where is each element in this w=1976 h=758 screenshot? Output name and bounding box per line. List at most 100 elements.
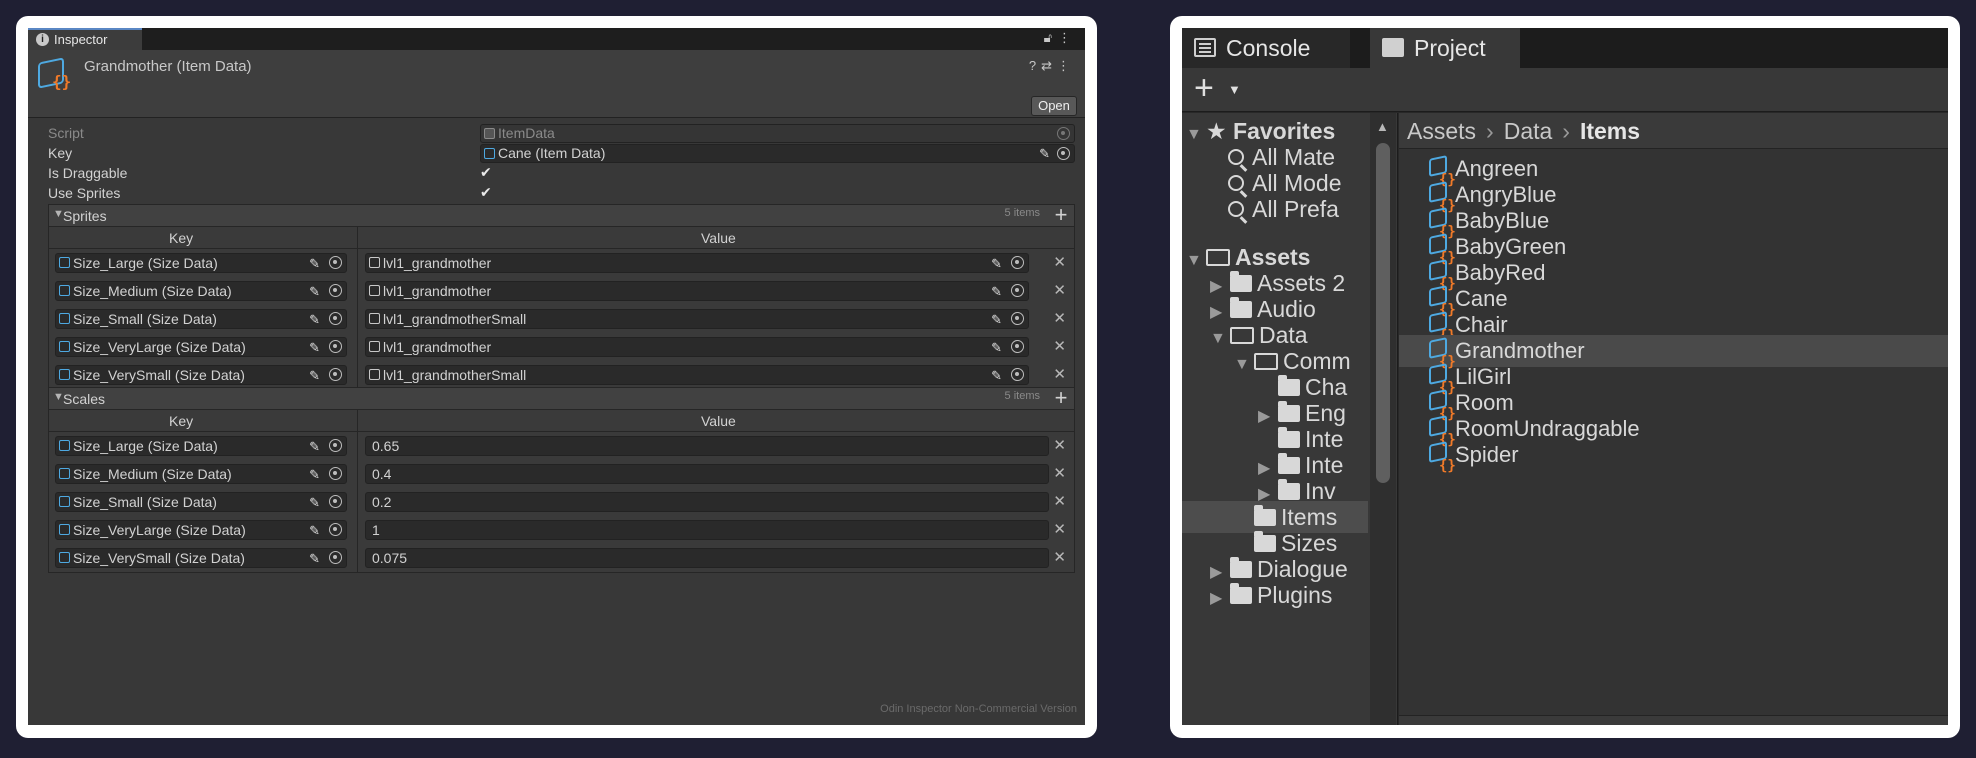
add-entry-icon[interactable]: + [1050, 204, 1072, 227]
edit-pencil-icon[interactable]: ✎ [309, 522, 320, 540]
breadcrumb-items[interactable]: Items [1580, 118, 1640, 144]
sprite-value-field[interactable]: lvl1_grandmother ✎ [365, 281, 1029, 301]
scale-value-input[interactable]: 0.075 [365, 548, 1049, 568]
lock-icon[interactable]: 🔓︎ [1044, 30, 1058, 45]
help-icon[interactable]: ? [1029, 58, 1041, 73]
tree-scrollbar-thumb[interactable] [1376, 143, 1390, 483]
edit-pencil-icon[interactable]: ✎ [991, 255, 1002, 273]
remove-entry-icon[interactable]: ✕ [1053, 253, 1066, 271]
edit-pencil-icon[interactable]: ✎ [309, 494, 320, 512]
object-picker-icon[interactable] [329, 439, 342, 452]
remove-entry-icon[interactable]: ✕ [1053, 492, 1066, 510]
edit-pencil-icon[interactable]: ✎ [309, 311, 320, 329]
object-picker-icon[interactable] [329, 256, 342, 269]
edit-pencil-icon[interactable]: ✎ [309, 438, 320, 456]
object-picker-icon[interactable] [329, 340, 342, 353]
object-picker-icon[interactable] [329, 312, 342, 325]
kebab-menu-icon[interactable]: ⋮ [1058, 30, 1077, 45]
tab-project[interactable]: Project [1370, 28, 1520, 68]
add-entry-icon[interactable]: + [1050, 387, 1072, 410]
object-picker-icon[interactable] [1057, 147, 1070, 160]
expand-triangle-icon[interactable]: ▼ [1186, 119, 1206, 151]
remove-entry-icon[interactable]: ✕ [1053, 520, 1066, 538]
sprites-header[interactable]: ▼ Sprites 5 items + [49, 204, 1074, 227]
favorite-item[interactable]: All Prefa [1228, 193, 1339, 225]
scale-value-input[interactable]: 0.2 [365, 492, 1049, 512]
scale-value: 0.075 [372, 550, 408, 566]
scroll-up-arrow-icon[interactable]: ▲ [1376, 119, 1389, 134]
remove-entry-icon[interactable]: ✕ [1053, 365, 1066, 383]
edit-pencil-icon[interactable]: ✎ [991, 283, 1002, 301]
remove-entry-icon[interactable]: ✕ [1053, 548, 1066, 566]
size-key-field[interactable]: Size_Medium (Size Data) ✎ [55, 281, 347, 301]
object-picker-icon[interactable] [329, 551, 342, 564]
size-key-field[interactable]: Size_VeryLarge (Size Data) ✎ [55, 337, 347, 357]
remove-entry-icon[interactable]: ✕ [1053, 309, 1066, 327]
remove-entry-icon[interactable]: ✕ [1053, 281, 1066, 299]
remove-entry-icon[interactable]: ✕ [1053, 337, 1066, 355]
edit-pencil-icon[interactable]: ✎ [309, 283, 320, 301]
object-picker-icon[interactable] [329, 523, 342, 536]
tab-console[interactable]: Console [1182, 28, 1350, 68]
object-picker-icon[interactable] [329, 284, 342, 297]
inspector-tabbar: i Inspector 🔓︎⋮ [28, 28, 1085, 50]
breadcrumb-data[interactable]: Data [1504, 118, 1553, 144]
size-key-field[interactable]: Size_VerySmall (Size Data) ✎ [55, 548, 347, 568]
remove-entry-icon[interactable]: ✕ [1053, 464, 1066, 482]
object-picker-icon[interactable] [329, 495, 342, 508]
object-picker-icon[interactable] [1011, 368, 1024, 381]
create-plus-icon[interactable]: + [1194, 70, 1214, 106]
edit-pencil-icon[interactable]: ✎ [309, 550, 320, 568]
object-picker-icon[interactable] [329, 368, 342, 381]
folder-icon [1254, 531, 1276, 552]
edit-pencil-icon[interactable]: ✎ [991, 339, 1002, 357]
expand-triangle-icon[interactable]: ▶ [1210, 583, 1230, 615]
sprites-entry-row: Size_Large (Size Data) ✎ lvl1_grandmother ✎… [49, 249, 1074, 277]
object-picker-icon[interactable] [329, 467, 342, 480]
is-draggable-checkbox[interactable]: ✔ [480, 165, 494, 179]
open-button[interactable]: Open [1031, 96, 1077, 116]
scale-value-input[interactable]: 0.4 [365, 464, 1049, 484]
key-field[interactable]: Cane (Item Data) ✎ [480, 144, 1075, 163]
expand-triangle-icon[interactable]: ▶ [1258, 401, 1278, 433]
edit-pencil-icon[interactable]: ✎ [309, 367, 320, 385]
breadcrumb-assets[interactable]: Assets [1407, 118, 1476, 144]
size-key-field[interactable]: Size_Medium (Size Data) ✎ [55, 464, 347, 484]
edit-pencil-icon[interactable]: ✎ [309, 255, 320, 273]
presets-icon[interactable]: ⇄ [1041, 58, 1057, 73]
scale-value-input[interactable]: 1 [365, 520, 1049, 540]
use-sprites-checkbox[interactable]: ✔ [480, 185, 494, 199]
sprite-value-field[interactable]: lvl1_grandmotherSmall ✎ [365, 365, 1029, 385]
size-key-field[interactable]: Size_Small (Size Data) ✎ [55, 309, 347, 329]
object-picker-icon[interactable] [1011, 256, 1024, 269]
scales-header[interactable]: ▼ Scales 5 items + [49, 387, 1074, 410]
asset-item[interactable]: {} Spider [1399, 439, 1948, 474]
object-picker-icon[interactable] [1011, 340, 1024, 353]
item-data-asset-icon: {} [1429, 285, 1456, 318]
context-menu-icon[interactable]: ⋮ [1057, 58, 1075, 73]
edit-pencil-icon[interactable]: ✎ [991, 311, 1002, 329]
sprite-value-field[interactable]: lvl1_grandmother ✎ [365, 337, 1029, 357]
object-picker-icon[interactable] [1011, 284, 1024, 297]
edit-pencil-icon[interactable]: ✎ [991, 367, 1002, 385]
object-picker-icon[interactable] [1011, 312, 1024, 325]
tab-inspector[interactable]: i Inspector [28, 28, 142, 50]
sprite-value: lvl1_grandmotherSmall [383, 311, 527, 327]
size-key-field[interactable]: Size_Small (Size Data) ✎ [55, 492, 347, 512]
expand-triangle-icon[interactable]: ▼ [1186, 245, 1206, 277]
edit-pencil-icon[interactable]: ✎ [309, 339, 320, 357]
edit-pencil-icon[interactable]: ✎ [1039, 145, 1050, 162]
expand-triangle-icon[interactable]: ▼ [1210, 323, 1230, 355]
chevron-down-icon[interactable]: ▼ [1228, 82, 1241, 97]
sprite-value-field[interactable]: lvl1_grandmotherSmall ✎ [365, 309, 1029, 329]
tree-folder[interactable]: ▶ Plugins [1210, 579, 1332, 611]
size-key-field[interactable]: Size_Large (Size Data) ✎ [55, 436, 347, 456]
size-key-field[interactable]: Size_Large (Size Data) ✎ [55, 253, 347, 273]
size-key-field[interactable]: Size_VerySmall (Size Data) ✎ [55, 365, 347, 385]
edit-pencil-icon[interactable]: ✎ [309, 466, 320, 484]
size-key-field[interactable]: Size_VeryLarge (Size Data) ✎ [55, 520, 347, 540]
remove-entry-icon[interactable]: ✕ [1053, 436, 1066, 454]
sprite-value-field[interactable]: lvl1_grandmother ✎ [365, 253, 1029, 273]
scale-value-input[interactable]: 0.65 [365, 436, 1049, 456]
expand-triangle-icon[interactable]: ▼ [1234, 349, 1254, 381]
